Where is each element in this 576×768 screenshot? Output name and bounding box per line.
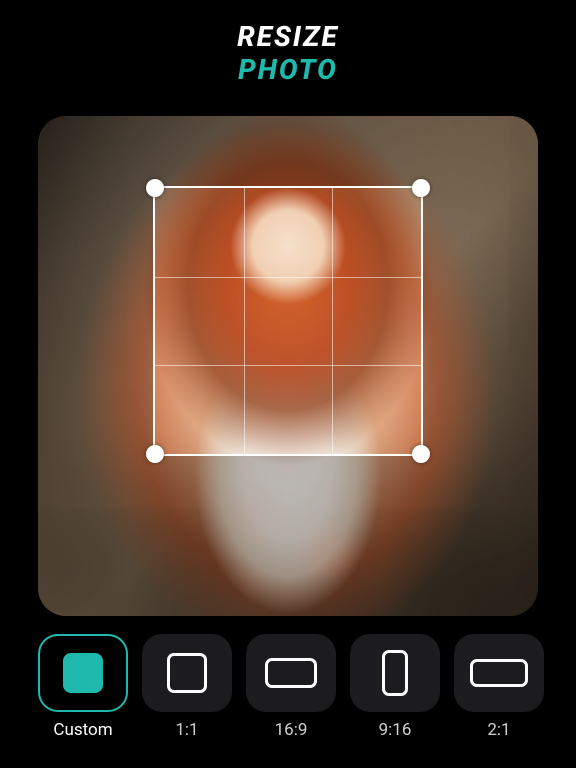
- ratio-shape-icon: [167, 653, 207, 693]
- aspect-ratio-row[interactable]: Custom 1:1 16:9 9:16 2:1: [20, 634, 556, 740]
- ratio-label: 9:16: [379, 720, 412, 740]
- ratio-shape-icon: [470, 659, 528, 687]
- crop-grid-line: [244, 188, 245, 454]
- ratio-tile: [246, 634, 336, 712]
- ratio-tile: [454, 634, 544, 712]
- ratio-label: Custom: [53, 720, 112, 740]
- page-title: RESIZE PHOTO: [237, 20, 339, 86]
- ratio-label: 2:1: [487, 720, 510, 740]
- crop-grid-line: [155, 277, 421, 278]
- ratio-label: 1:1: [175, 720, 198, 740]
- ratio-shape-icon: [382, 650, 408, 696]
- ratio-shape-icon: [63, 653, 103, 693]
- ratio-shape-icon: [265, 658, 317, 688]
- title-line-2: PHOTO: [237, 53, 339, 86]
- ratio-option-9-16[interactable]: 9:16: [350, 634, 440, 740]
- crop-handle-bottom-left[interactable]: [146, 445, 164, 463]
- app-screen: RESIZE PHOTO Custom 1:1: [0, 0, 576, 768]
- ratio-tile: [38, 634, 128, 712]
- ratio-option-custom[interactable]: Custom: [38, 634, 128, 740]
- photo-preview[interactable]: [38, 116, 538, 616]
- ratio-tile: [350, 634, 440, 712]
- ratio-option-16-9[interactable]: 16:9: [246, 634, 336, 740]
- ratio-option-2-1[interactable]: 2:1: [454, 634, 544, 740]
- crop-handle-top-left[interactable]: [146, 179, 164, 197]
- crop-grid-line: [155, 365, 421, 366]
- title-line-1: RESIZE: [237, 20, 339, 53]
- ratio-tile: [142, 634, 232, 712]
- crop-grid-line: [332, 188, 333, 454]
- crop-handle-bottom-right[interactable]: [412, 445, 430, 463]
- crop-handle-top-right[interactable]: [412, 179, 430, 197]
- crop-frame[interactable]: [153, 186, 423, 456]
- ratio-option-1-1[interactable]: 1:1: [142, 634, 232, 740]
- ratio-label: 16:9: [275, 720, 308, 740]
